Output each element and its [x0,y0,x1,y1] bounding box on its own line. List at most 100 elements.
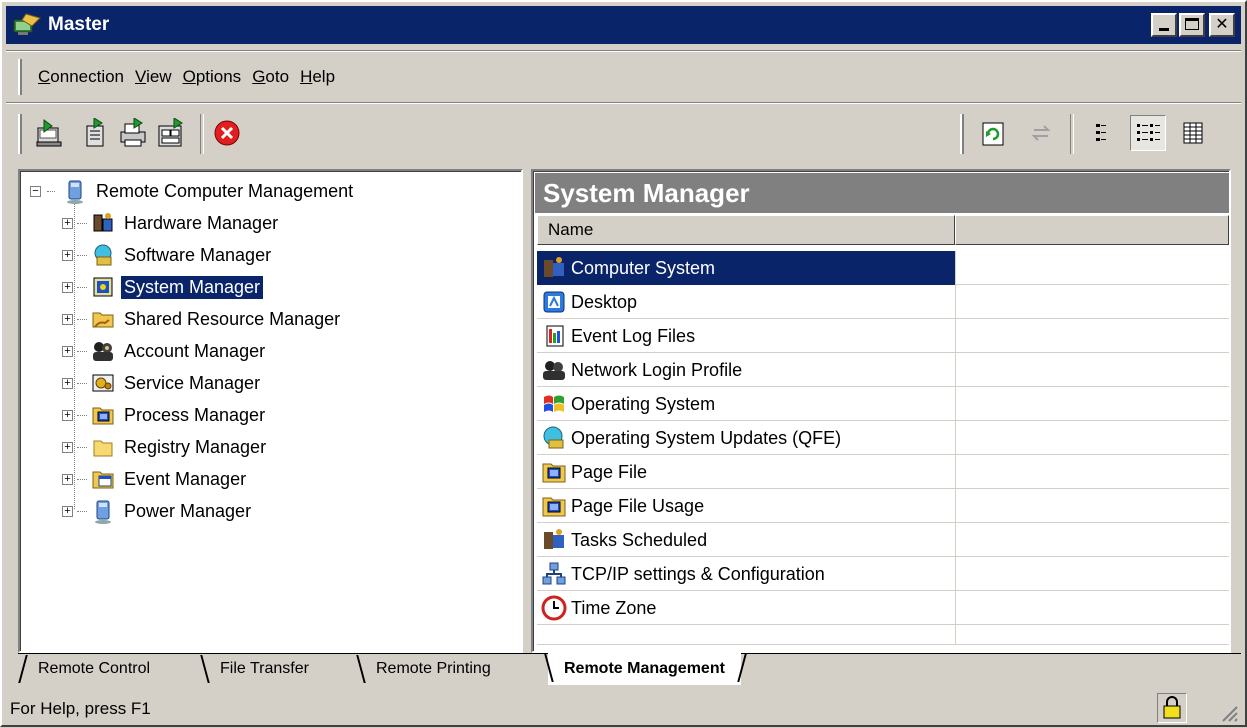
expand-toggle[interactable]: + [62,377,73,389]
list-item-value [955,285,1229,319]
tab-edge [737,654,747,682]
tree-item-hardware-manager[interactable]: + Hardware Manager [62,208,281,238]
close-icon: ✕ [1215,14,1229,33]
tree-item-account-manager[interactable]: + Account Manager [62,336,268,366]
expand-toggle[interactable]: + [62,249,73,261]
tab-edge [356,655,366,683]
expand-toggle[interactable]: + [62,313,73,325]
tree-item-label: Software Manager [124,244,272,265]
expand-toggle[interactable]: + [62,441,73,453]
menu-separator-top [6,50,1241,52]
disconnect-button[interactable] [212,118,242,148]
list-item-operating-system[interactable]: Operating System [537,387,1229,421]
page-file-usage-icon [541,493,567,519]
list-item-network-login-profile[interactable]: Network Login Profile [537,353,1229,387]
refresh-button[interactable] [978,118,1008,148]
list-item-os-updates[interactable]: Operating System Updates (QFE) [537,421,1229,455]
toolbar-grip[interactable] [18,114,22,154]
service-icon [91,371,115,395]
list-item-value [955,353,1229,387]
list-item-label: Network Login Profile [571,359,743,380]
windows-logo-icon [541,391,567,417]
sync-icon [1031,125,1051,141]
list-item-value [955,557,1229,591]
connect-button[interactable] [34,118,64,148]
expand-toggle[interactable]: + [62,409,73,421]
registry-folder-icon [91,435,115,459]
expand-toggle[interactable]: + [62,473,73,485]
app-icon [12,12,42,38]
tree-root-collapse-toggle[interactable]: − [30,185,41,197]
sync-button[interactable] [1026,118,1056,148]
list-item-value [955,523,1229,557]
tree-connector-h [77,254,87,256]
expand-toggle[interactable]: + [62,345,73,357]
tree-item-event-manager[interactable]: + Event Manager [62,464,249,494]
column-header-blank[interactable] [955,215,1229,245]
list-item-event-log-files[interactable]: Event Log Files [537,319,1229,353]
menu-options[interactable]: Options [183,67,242,87]
list-item-time-zone[interactable]: Time Zone [537,591,1229,625]
tree-pane[interactable]: − Remote Computer Management + Hardware … [18,169,523,653]
tree-item-shared-resource-manager[interactable]: + Shared Resource Manager [62,304,343,334]
list-item-page-file[interactable]: Page File [537,455,1229,489]
maximize-button[interactable] [1179,13,1205,37]
details-view-button[interactable] [1130,115,1166,151]
expand-toggle[interactable]: + [62,505,73,517]
menu-view[interactable]: View [135,67,172,87]
tree-item-software-manager[interactable]: + Software Manager [62,240,274,270]
tree-connector-h [77,318,87,320]
list-item-computer-system[interactable]: Computer System [537,251,1229,285]
tab-remote-control[interactable]: Remote Control [18,653,166,685]
tree-item-label: Account Manager [124,340,266,361]
toolbar-right-grip[interactable] [960,114,964,154]
column-header-name[interactable]: Name [537,215,955,245]
tree-item-power-manager[interactable]: + Power Manager [62,496,254,526]
list-item-tasks-scheduled[interactable]: Tasks Scheduled [537,523,1229,557]
toolbar-separator [200,114,204,154]
menu-connection[interactable]: Connection [38,67,124,87]
lock-icon [1163,696,1181,719]
expand-toggle[interactable]: + [62,217,73,229]
list-item-desktop[interactable]: Desktop [537,285,1229,319]
tab-remote-printing[interactable]: Remote Printing [356,653,507,685]
tree-item-registry-manager[interactable]: + Registry Manager [62,432,269,462]
tree-connector-h [77,222,87,224]
tree-root-label: Remote Computer Management [96,180,354,201]
lock-indicator [1157,693,1187,723]
list-item-value [955,421,1229,455]
tree-item-service-manager[interactable]: + Service Manager [62,368,263,398]
expand-toggle[interactable]: + [62,281,73,293]
file-transfer-button[interactable] [80,117,110,148]
minimize-button[interactable] [1151,13,1177,37]
remote-print-button[interactable] [118,117,148,148]
report-view-icon [1183,122,1203,144]
menu-help[interactable]: Help [300,67,335,87]
tab-remote-management[interactable]: Remote Management [544,652,747,685]
tree-root[interactable]: − Remote Computer Management [30,176,356,206]
list-item-page-file-usage[interactable]: Page File Usage [537,489,1229,523]
pane-splitter[interactable] [523,169,531,653]
tree-connector-h [77,414,87,416]
desktop-icon [541,289,567,315]
power-icon [91,499,115,524]
tree-item-system-manager[interactable]: + System Manager [62,272,264,302]
menu-goto[interactable]: Goto [252,67,289,87]
toolbar-right-separator [1070,114,1074,154]
remote-manage-icon [158,117,183,147]
list-item-value [955,251,1229,285]
tab-file-transfer[interactable]: File Transfer [200,653,325,685]
report-view-button[interactable] [1178,118,1208,148]
close-button[interactable]: ✕ [1209,13,1235,37]
list-item-tcpip-settings[interactable]: TCP/IP settings & Configuration [537,557,1229,591]
list-item-value [955,319,1229,353]
list-item-value [955,387,1229,421]
tree-item-process-manager[interactable]: + Process Manager [62,400,268,430]
title-bar[interactable]: Master ✕ [6,6,1241,44]
list-view-button[interactable] [1088,118,1118,148]
tree-item-label: Process Manager [124,404,266,425]
list-item-value [955,489,1229,523]
list-item-label: Tasks Scheduled [571,529,708,550]
remote-manage-button[interactable] [156,117,186,148]
resize-grip[interactable] [1217,701,1239,723]
